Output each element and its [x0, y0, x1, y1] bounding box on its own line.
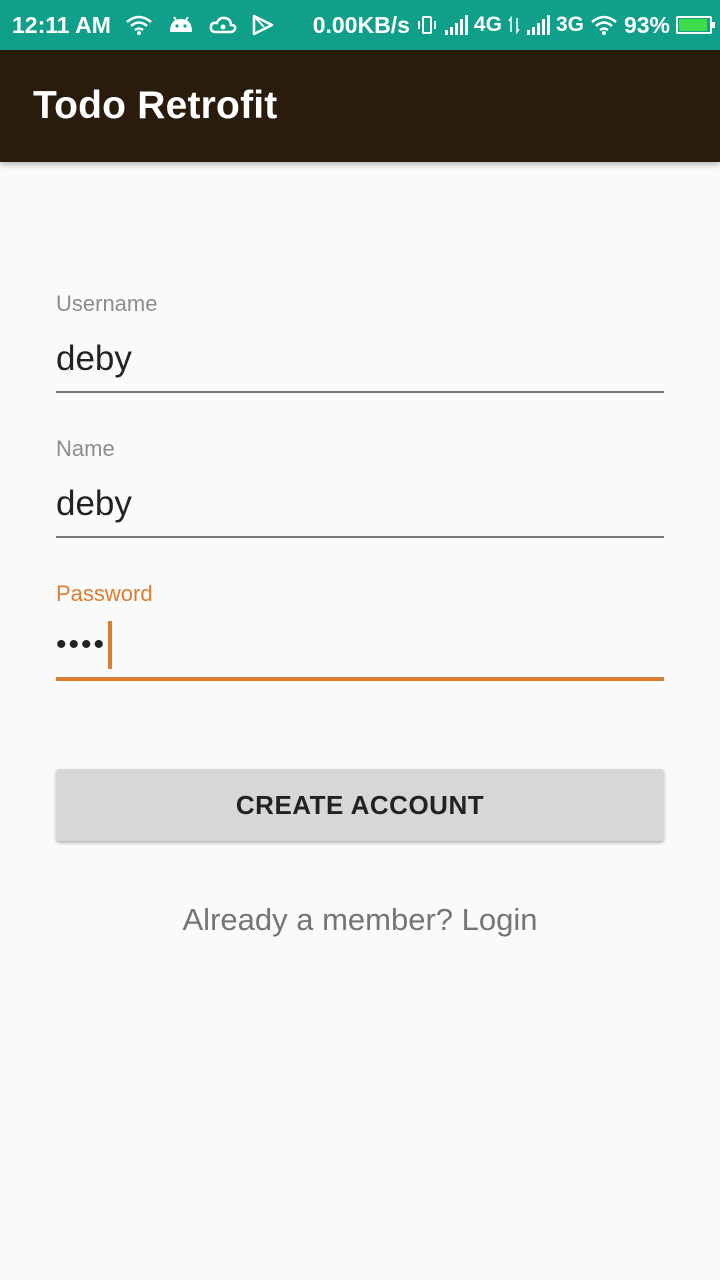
- status-bar: 12:11 AM 0.00KB/s 4G 3G 93%: [0, 0, 720, 50]
- signal-icon: [444, 14, 468, 36]
- net-speed: 0.00KB/s: [312, 11, 410, 38]
- text-cursor: [108, 621, 113, 669]
- password-underline: [56, 677, 664, 681]
- battery-icon: [676, 16, 715, 34]
- username-label: Username: [56, 291, 158, 316]
- app-title: Todo Retrofit: [33, 84, 278, 127]
- create-account-button[interactable]: CREATE ACCOUNT: [56, 769, 664, 841]
- network-type-1: 4G: [473, 13, 502, 36]
- name-field[interactable]: Name deby: [56, 436, 664, 538]
- wifi-icon: [125, 14, 153, 36]
- signal-icon: [526, 14, 550, 36]
- android-icon: [167, 14, 195, 36]
- username-field[interactable]: Username deby: [56, 291, 664, 393]
- username-input[interactable]: deby: [56, 337, 664, 381]
- clock: 12:11 AM: [12, 11, 111, 38]
- name-underline: [56, 536, 664, 538]
- cloud-icon: [209, 14, 237, 36]
- password-field[interactable]: Password ••••: [56, 581, 664, 681]
- login-link[interactable]: Already a member? Login: [0, 902, 720, 938]
- name-label: Name: [56, 436, 115, 461]
- data-arrows-icon: [508, 14, 520, 36]
- play-store-icon: [251, 14, 275, 36]
- app-bar: Todo Retrofit: [0, 50, 720, 162]
- name-input[interactable]: deby: [56, 482, 664, 526]
- network-type-2: 3G: [555, 13, 584, 36]
- vibrate-icon: [416, 14, 438, 36]
- username-underline: [56, 391, 664, 393]
- password-input[interactable]: ••••: [56, 621, 664, 669]
- wifi-icon: [590, 14, 618, 36]
- password-dots: ••••: [56, 628, 107, 661]
- battery-level: [679, 19, 707, 31]
- battery-percent: 93%: [623, 11, 670, 38]
- password-label: Password: [56, 581, 153, 606]
